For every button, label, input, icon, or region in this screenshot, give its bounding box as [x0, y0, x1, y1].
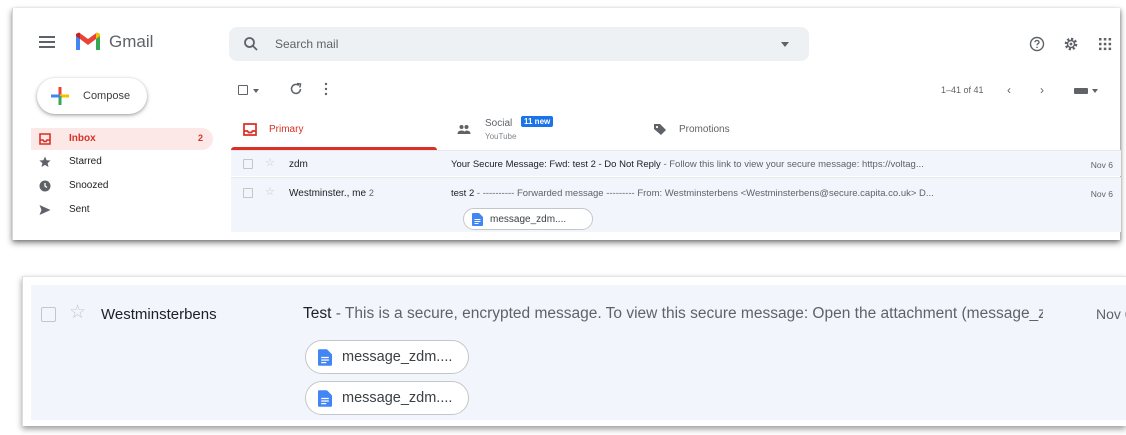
email-date: Nov 6: [1090, 189, 1113, 199]
email-snippet: - ---------- Forwarded message ---------…: [474, 188, 934, 199]
attachment-name: message_zdm....: [342, 390, 453, 406]
email-date: Nov 6: [1096, 306, 1126, 322]
search-input[interactable]: [275, 34, 745, 54]
input-tools-caret-icon[interactable]: [1092, 89, 1098, 93]
email-subject-line: Test - This is a secure, encrypted messa…: [303, 305, 1043, 323]
star-icon[interactable]: ☆: [265, 187, 275, 198]
email-snippet: - Follow this link to view your secure m…: [660, 159, 924, 170]
star-icon[interactable]: ☆: [265, 158, 275, 169]
sidebar-item-inbox[interactable]: Inbox 2: [31, 128, 213, 150]
keyboard-icon[interactable]: [1074, 88, 1088, 94]
sidebar-item-starred[interactable]: Starred: [31, 151, 213, 173]
email-snippet: - This is a secure, encrypted message. T…: [331, 305, 1043, 322]
main-menu-icon[interactable]: [39, 36, 55, 51]
tab-promotions[interactable]: Promotions: [643, 108, 849, 150]
email-row[interactable]: ☆ Westminster., me 2 test 2 - ----------…: [231, 177, 1121, 232]
inbox-icon: [243, 123, 257, 136]
row-checkbox[interactable]: [243, 188, 253, 198]
thread-count: 2: [368, 188, 374, 198]
send-icon: [39, 205, 51, 215]
select-menu-caret-icon[interactable]: [253, 89, 259, 93]
app-name: Gmail: [109, 32, 154, 51]
doc-icon: [318, 349, 332, 366]
tab-label: Primary: [269, 124, 304, 135]
sidebar-item-label: Snoozed: [69, 180, 109, 191]
prev-page-button[interactable]: ‹: [1007, 83, 1011, 97]
email-row[interactable]: ☆ zdm Your Secure Message: Fwd: test 2 -…: [231, 150, 1121, 176]
email-subject-line: test 2 - ---------- Forwarded message --…: [451, 188, 1051, 199]
tab-social[interactable]: Social 11 new YouTube: [441, 108, 641, 150]
plus-icon: [51, 87, 69, 105]
email-sender: Westminsterbens: [101, 306, 217, 323]
email-sender: Westminster., me 2: [289, 188, 374, 199]
tag-icon: [654, 124, 666, 135]
doc-icon: [472, 213, 483, 226]
email-subject-line: Your Secure Message: Fwd: test 2 - Do No…: [451, 159, 1051, 170]
tab-primary[interactable]: Primary: [231, 108, 437, 150]
row-checkbox[interactable]: [41, 307, 56, 322]
zoomed-email-panel: ☆ Westminsterbens Test - This is a secur…: [22, 276, 1126, 426]
tab-subtitle: YouTube: [485, 132, 517, 141]
gmail-logo-icon[interactable]: [75, 30, 101, 52]
sidebar-item-label: Starred: [69, 156, 102, 167]
email-subject: Your Secure Message: Fwd: test 2 - Do No…: [451, 159, 661, 170]
people-icon: [457, 125, 471, 134]
compose-button[interactable]: Compose: [37, 78, 147, 114]
email-subject: Test: [303, 305, 332, 322]
star-icon[interactable]: ☆: [69, 303, 86, 322]
sidebar-item-snoozed[interactable]: Snoozed: [31, 175, 213, 197]
settings-gear-icon[interactable]: [1063, 36, 1079, 52]
tab-label: Social: [485, 118, 513, 129]
help-icon[interactable]: [1029, 36, 1045, 52]
attachment-chip[interactable]: message_zdm....: [463, 208, 593, 230]
email-row[interactable]: ☆ Westminsterbens Test - This is a secur…: [31, 285, 1126, 420]
new-count-badge: 11 new: [521, 116, 554, 127]
attachment-chip[interactable]: message_zdm....: [305, 381, 469, 415]
search-bar[interactable]: [229, 27, 809, 61]
attachment-name: message_zdm....: [490, 214, 567, 225]
email-sender: zdm: [289, 159, 308, 170]
email-subject: test 2: [451, 188, 475, 199]
inbox-icon: [39, 133, 51, 145]
apps-grid-icon[interactable]: [1097, 36, 1113, 52]
header: Gmail: [13, 8, 1120, 74]
next-page-button[interactable]: ›: [1040, 83, 1044, 97]
unread-count: 2: [197, 133, 203, 143]
sidebar-item-label: Sent: [69, 204, 90, 215]
star-icon: [39, 156, 51, 167]
search-icon[interactable]: [243, 36, 259, 52]
email-date: Nov 6: [1090, 160, 1113, 170]
doc-icon: [318, 390, 332, 407]
gmail-window: Gmail Search mail Compose Inbox 2 Starre…: [12, 8, 1121, 240]
clock-icon: [39, 180, 51, 192]
row-checkbox[interactable]: [243, 159, 253, 169]
tab-label: Promotions: [679, 124, 730, 135]
attachment-name: message_zdm....: [342, 349, 453, 365]
select-all-checkbox[interactable]: [238, 85, 248, 95]
sidebar-item-sent[interactable]: Sent: [31, 199, 213, 221]
compose-label: Compose: [83, 90, 131, 102]
refresh-icon[interactable]: [289, 82, 303, 96]
attachment-chip[interactable]: message_zdm....: [305, 340, 469, 374]
search-options-icon[interactable]: [781, 42, 789, 47]
more-options-icon[interactable]: [324, 82, 328, 96]
pagination-text: 1–41 of 41: [941, 85, 984, 95]
sidebar-item-label: Inbox: [69, 133, 96, 144]
